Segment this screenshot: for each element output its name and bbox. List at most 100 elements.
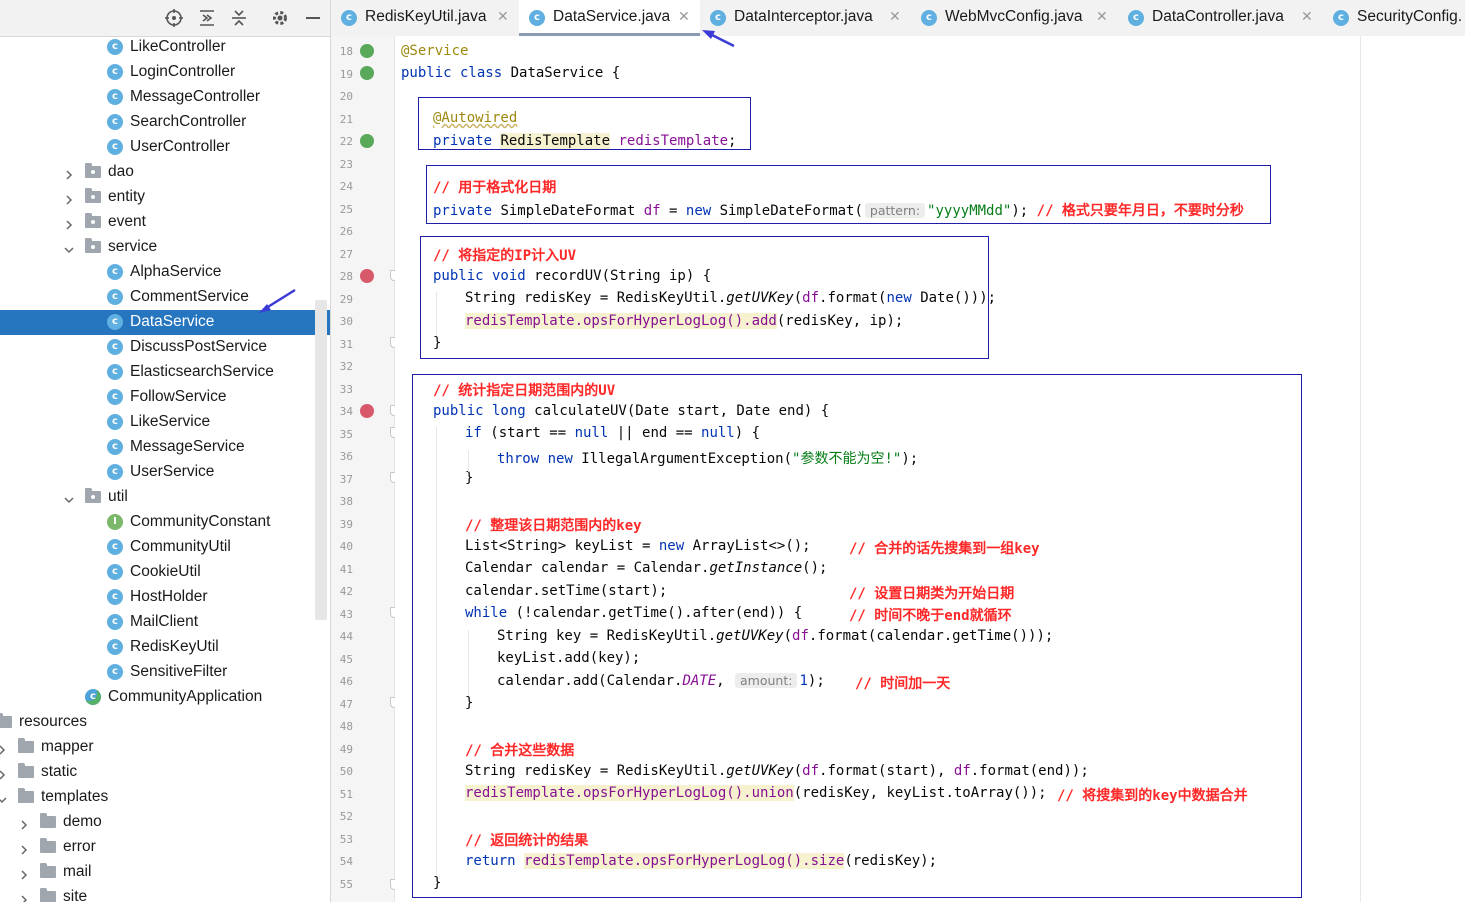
tree-item-label: SensitiveFilter (130, 663, 228, 680)
line-number: 49 (339, 742, 353, 756)
class-icon: c (529, 10, 545, 26)
annotation-box-date-format (426, 165, 1271, 224)
chevron-down-icon[interactable] (0, 791, 8, 804)
class-icon: c (107, 389, 123, 405)
tree-item-elasticsearchservice[interactable]: c ElasticsearchService (0, 360, 330, 385)
tree-item-rediskeyutil[interactable]: c RedisKeyUtil (0, 635, 330, 660)
spring-bean-icon[interactable] (360, 44, 374, 58)
line-number: 24 (339, 180, 353, 193)
tree-item-userservice[interactable]: c UserService (0, 460, 330, 485)
locate-icon[interactable] (164, 8, 184, 28)
tree-item-cookieutil[interactable]: c CookieUtil (0, 560, 330, 585)
class-icon: c (107, 89, 123, 105)
tab-dataservice-java[interactable]: c DataService.java ✕ (519, 0, 700, 36)
method-icon[interactable] (360, 404, 374, 418)
tree-item-resources[interactable]: resources (0, 710, 330, 735)
project-sidebar: c LikeController c LoginController c MessageC… (0, 0, 331, 902)
tab-label: RedisKeyUtil.java (365, 8, 487, 25)
line-number: 46 (339, 675, 353, 688)
line-number: 41 (339, 562, 353, 576)
close-tab-icon[interactable]: ✕ (1301, 9, 1313, 25)
tree-item-site[interactable]: site (0, 885, 330, 902)
tree-item-logincontroller[interactable]: c LoginController (0, 60, 330, 85)
expand-all-icon[interactable] (197, 8, 217, 28)
package-icon (85, 488, 101, 505)
class-icon: c (107, 439, 123, 455)
class-icon: c (107, 464, 123, 480)
tree-item-mail[interactable]: mail (0, 860, 330, 885)
spring-bean-search-icon[interactable] (360, 66, 374, 80)
tree-item-searchcontroller[interactable]: c SearchController (0, 110, 330, 135)
minimize-icon[interactable] (303, 8, 323, 28)
collapse-all-icon[interactable] (229, 8, 249, 28)
tree-item-error[interactable]: error (0, 835, 330, 860)
code-line-18: @Service (401, 43, 468, 59)
tree-item-static[interactable]: static (0, 760, 330, 785)
chevron-right-icon[interactable] (63, 216, 75, 230)
tree-item-util[interactable]: util (0, 485, 330, 510)
tree-item-label: dao (108, 163, 134, 180)
tree-item-communityutil[interactable]: c CommunityUtil (0, 535, 330, 560)
chevron-right-icon[interactable] (0, 741, 8, 755)
line-number: 44 (339, 630, 353, 643)
autowired-bean-icon[interactable] (360, 134, 374, 148)
folder-icon (40, 888, 56, 902)
tree-item-messagecontroller[interactable]: c MessageController (0, 85, 330, 110)
tree-item-messageservice[interactable]: c MessageService (0, 435, 330, 460)
annotation-arrow-sidebar (259, 288, 296, 313)
close-tab-icon[interactable]: ✕ (889, 9, 901, 25)
tree-item-communityconstant[interactable]: I CommunityConstant (0, 510, 330, 535)
close-tab-icon[interactable]: ✕ (497, 9, 509, 25)
chevron-right-icon[interactable] (18, 891, 30, 902)
tree-item-sensitivefilter[interactable]: c SensitiveFilter (0, 660, 330, 685)
sidebar-scrollbar[interactable] (315, 300, 327, 620)
tree-item-hostholder[interactable]: c HostHolder (0, 585, 330, 610)
chevron-right-icon[interactable] (18, 841, 30, 855)
tree-item-event[interactable]: event (0, 210, 330, 235)
tree-item-likeservice[interactable]: c LikeService (0, 410, 330, 435)
tree-item-label: CommentService (130, 288, 249, 305)
tree-item-likecontroller[interactable]: c LikeController (0, 35, 330, 60)
close-tab-icon[interactable]: ✕ (1096, 9, 1108, 25)
tree-item-alphaservice[interactable]: c AlphaService (0, 260, 330, 285)
tree-item-mailclient[interactable]: c MailClient (0, 610, 330, 635)
line-number: 51 (339, 787, 353, 801)
line-number: 19 (339, 67, 353, 81)
tree-item-label: static (41, 763, 78, 780)
line-number: 34 (339, 405, 353, 418)
chevron-right-icon[interactable] (18, 866, 30, 880)
tree-item-usercontroller[interactable]: c UserController (0, 135, 330, 160)
chevron-right-icon[interactable] (63, 191, 75, 205)
tree-item-service[interactable]: service (0, 235, 330, 260)
tree-item-demo[interactable]: demo (0, 810, 330, 835)
line-number: 18 (339, 45, 353, 58)
tree-item-label: RedisKeyUtil (130, 638, 219, 655)
tree-item-entity[interactable]: entity (0, 185, 330, 210)
line-number: 22 (339, 135, 353, 148)
gear-icon[interactable] (270, 8, 290, 28)
package-icon (85, 213, 101, 230)
tab-rediskeyutil-java[interactable]: c RedisKeyUtil.java ✕ (331, 0, 519, 35)
tab-securityconfig-[interactable]: c SecurityConfig. (1323, 0, 1465, 35)
chevron-right-icon[interactable] (0, 766, 8, 780)
tree-item-followservice[interactable]: c FollowService (0, 385, 330, 410)
tab-webmvcconfig-java[interactable]: c WebMvcConfig.java ✕ (911, 0, 1118, 35)
tree-item-templates[interactable]: templates (0, 785, 330, 810)
tree-item-label: UserController (130, 138, 230, 155)
chevron-right-icon[interactable] (63, 166, 75, 180)
chevron-down-icon[interactable] (63, 491, 75, 504)
folder-icon (40, 813, 56, 830)
tree-item-dao[interactable]: dao (0, 160, 330, 185)
tab-datacontroller-java[interactable]: c DataController.java ✕ (1118, 0, 1323, 35)
tree-item-communityapplication[interactable]: c CommunityApplication (0, 685, 330, 710)
tree-item-discusspostservice[interactable]: c DiscussPostService (0, 335, 330, 360)
tree-item-label: HostHolder (130, 588, 208, 605)
method-icon[interactable] (360, 269, 374, 283)
annotation-box-record-uv (420, 236, 989, 359)
tree-item-label: resources (19, 713, 88, 730)
chevron-right-icon[interactable] (18, 816, 30, 830)
tree-item-mapper[interactable]: mapper (0, 735, 330, 760)
tree-item-label: DataService (130, 313, 215, 330)
close-tab-icon[interactable]: ✕ (678, 9, 690, 25)
chevron-down-icon[interactable] (63, 241, 75, 254)
